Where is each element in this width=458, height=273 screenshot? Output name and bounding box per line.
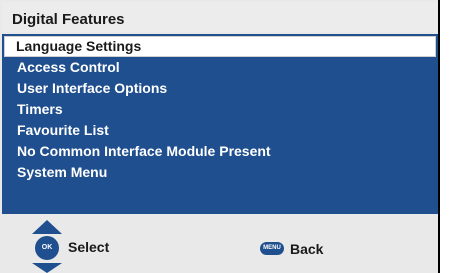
title-bar: Digital Features (2, 2, 438, 32)
nav-down-arrow-icon (32, 263, 62, 273)
nav-up-arrow-icon (32, 220, 62, 234)
menu-item-system-menu[interactable]: System Menu (2, 162, 438, 183)
select-hint-label: Select (68, 239, 110, 255)
page-title: Digital Features (12, 11, 125, 28)
menu-item-language-settings[interactable]: Language Settings (4, 36, 436, 57)
menu-panel: Language Settings Access Control User In… (2, 34, 438, 214)
menu-item-user-interface-options[interactable]: User Interface Options (2, 78, 438, 99)
menu-item-common-interface[interactable]: No Common Interface Module Present (2, 141, 438, 162)
back-hint-label: Back (290, 241, 324, 257)
menu-item-access-control[interactable]: Access Control (2, 57, 438, 78)
menu-list: Language Settings Access Control User In… (2, 36, 438, 183)
ok-button-icon: OK (35, 236, 59, 260)
menu-item-timers[interactable]: Timers (2, 99, 438, 120)
footer-help-bar: OK Select MENU Back (2, 214, 438, 273)
menu-item-favourite-list[interactable]: Favourite List (2, 120, 438, 141)
tv-menu-screen: Digital Features Language Settings Acces… (0, 0, 440, 273)
menu-key-icon: MENU (260, 242, 284, 255)
